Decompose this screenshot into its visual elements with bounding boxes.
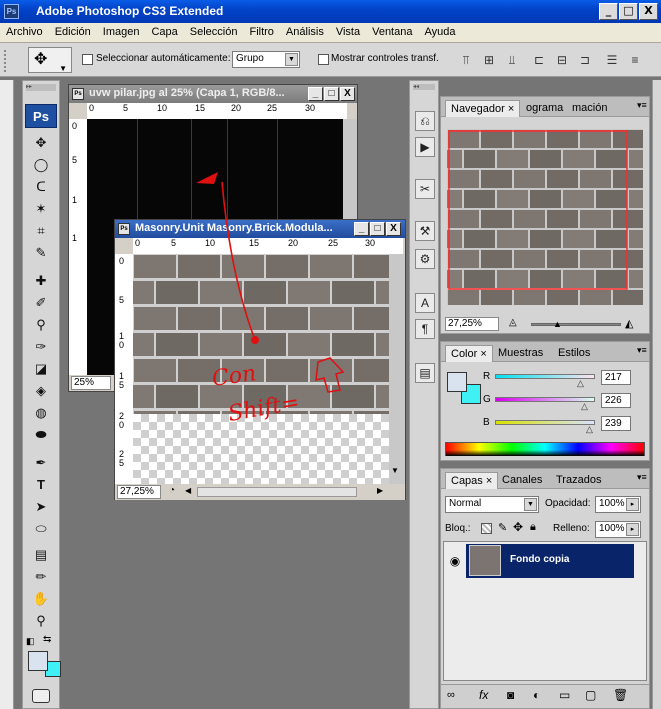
layer-thumbnail <box>469 545 501 576</box>
green-value-field[interactable]: 226 <box>601 393 631 408</box>
tab-capas[interactable]: Capas × <box>445 472 499 489</box>
red-slider-thumb[interactable]: △ <box>577 378 584 389</box>
history-panel-icon[interactable]: ⎌ <box>415 111 435 131</box>
tab-navegador[interactable]: Navegador × <box>445 100 521 117</box>
layer-row-fondo-copia[interactable]: Fondo copia <box>466 544 634 578</box>
tab-canales[interactable]: Canales <box>497 472 547 489</box>
lock-position-icon[interactable]: ✥ <box>513 520 523 534</box>
chevron-right-icon: ▸ <box>626 498 639 511</box>
navigator-panel: Navegador × ograma mación ▾≡ 27,25% ◬ ▲ … <box>440 96 650 334</box>
tab-muestras[interactable]: Muestras <box>493 345 548 362</box>
clone-source-icon[interactable]: ⚙ <box>415 249 435 269</box>
layer-style-icon[interactable]: fx <box>479 688 488 702</box>
tab-color[interactable]: Color × <box>445 345 493 362</box>
annotation-arrow-line <box>221 181 256 341</box>
navigator-brick-image <box>447 129 643 305</box>
color-fg-swatch[interactable] <box>447 372 467 392</box>
lock-pixels-icon[interactable]: ✎ <box>498 521 507 534</box>
dock-collapse-icon[interactable]: ◂◂ <box>413 84 435 90</box>
adjustment-layer-icon[interactable]: ◐ <box>533 688 540 702</box>
zoom-out-icon[interactable]: ◬ <box>509 317 517 328</box>
red-value-field[interactable]: 217 <box>601 370 631 385</box>
tab-histograma[interactable]: ograma <box>521 100 568 117</box>
tab-estilos[interactable]: Estilos <box>553 345 595 362</box>
visibility-eye-icon[interactable]: ◉ <box>444 544 466 578</box>
opacity-field[interactable]: 100% ▸ <box>595 496 641 513</box>
color-panel: Color × Muestras Estilos ▾≡ R △ 217 G △ … <box>440 341 650 461</box>
blend-mode-value: Normal <box>449 498 482 509</box>
panel-dock: ◂◂ ⎌ ▶ ✂ ⚒ ⚙ A ¶ ▤ <box>409 80 439 709</box>
layers-tab-row: Capas × Canales Trazados ▾≡ <box>441 469 649 489</box>
layer-comps-icon[interactable]: ▤ <box>415 363 435 383</box>
actions-panel-icon[interactable]: ▶ <box>415 137 435 157</box>
layer-mask-icon[interactable]: ◙ <box>507 688 514 702</box>
annotation-dot <box>251 336 259 344</box>
panel-menu-icon[interactable]: ▾≡ <box>637 345 647 356</box>
character-panel-icon[interactable]: A <box>415 293 435 313</box>
blue-slider-thumb[interactable]: △ <box>586 424 593 435</box>
layers-list: ◉ Fondo copia <box>443 541 647 681</box>
opacity-value: 100% <box>599 498 625 509</box>
color-tab-row: Color × Muestras Estilos ▾≡ <box>441 342 649 362</box>
layers-panel: Capas × Canales Trazados ▾≡ Normal ▼ Opac… <box>440 468 650 709</box>
paragraph-panel-icon[interactable]: ¶ <box>415 319 435 339</box>
navigator-zoom-field[interactable]: 27,25% <box>445 317 499 331</box>
blue-value-field[interactable]: 239 <box>601 416 631 431</box>
layers-footer: ∞ fx ◙ ◐ ▭ ▢ 🗑︎ <box>441 684 649 708</box>
brushes-panel-icon[interactable]: ⚒ <box>415 221 435 241</box>
tool-presets-icon[interactable]: ✂ <box>415 179 435 199</box>
lock-all-icon[interactable]: 🔒︎ <box>530 521 536 534</box>
fill-value: 100% <box>599 523 625 534</box>
tab-trazados[interactable]: Trazados <box>551 472 606 489</box>
fill-field[interactable]: 100% ▸ <box>595 521 641 538</box>
green-slider-thumb[interactable]: △ <box>581 401 588 412</box>
delete-layer-icon[interactable]: 🗑︎ <box>613 688 628 702</box>
zoom-in-icon[interactable]: ◭ <box>625 317 633 330</box>
color-spectrum-bar[interactable] <box>445 442 645 456</box>
zoom-slider-thumb[interactable]: ▲ <box>553 319 562 329</box>
annotation-arrow-head <box>196 172 218 184</box>
g-label: G <box>483 394 491 405</box>
chevron-down-icon: ▼ <box>524 498 537 511</box>
layer-name: Fondo copia <box>510 554 570 565</box>
tab-informacion[interactable]: mación <box>567 100 612 117</box>
green-slider[interactable] <box>495 397 595 402</box>
b-label: B <box>483 417 490 428</box>
new-group-icon[interactable]: ▭ <box>559 688 570 702</box>
right-edge-strip <box>652 80 661 709</box>
navigator-tab-row: Navegador × ograma mación ▾≡ <box>441 97 649 117</box>
opacity-label: Opacidad: <box>545 498 591 509</box>
new-layer-icon[interactable]: ▢ <box>585 688 596 702</box>
blend-mode-dropdown[interactable]: Normal ▼ <box>445 496 539 513</box>
navigator-thumbnail[interactable] <box>447 129 643 305</box>
panel-menu-icon[interactable]: ▾≡ <box>637 100 647 111</box>
blue-slider[interactable] <box>495 420 595 425</box>
link-layers-icon[interactable]: ∞ <box>447 689 455 701</box>
lock-label: Bloq.: <box>445 523 471 534</box>
fill-label: Relleno: <box>553 523 590 534</box>
annotation-shift-arrow <box>315 357 345 393</box>
lock-transparency-icon[interactable] <box>481 523 492 534</box>
chevron-right-icon: ▸ <box>626 523 639 536</box>
r-label: R <box>483 371 491 382</box>
navigator-zoom-slider[interactable] <box>531 323 621 326</box>
panel-menu-icon[interactable]: ▾≡ <box>637 472 647 483</box>
